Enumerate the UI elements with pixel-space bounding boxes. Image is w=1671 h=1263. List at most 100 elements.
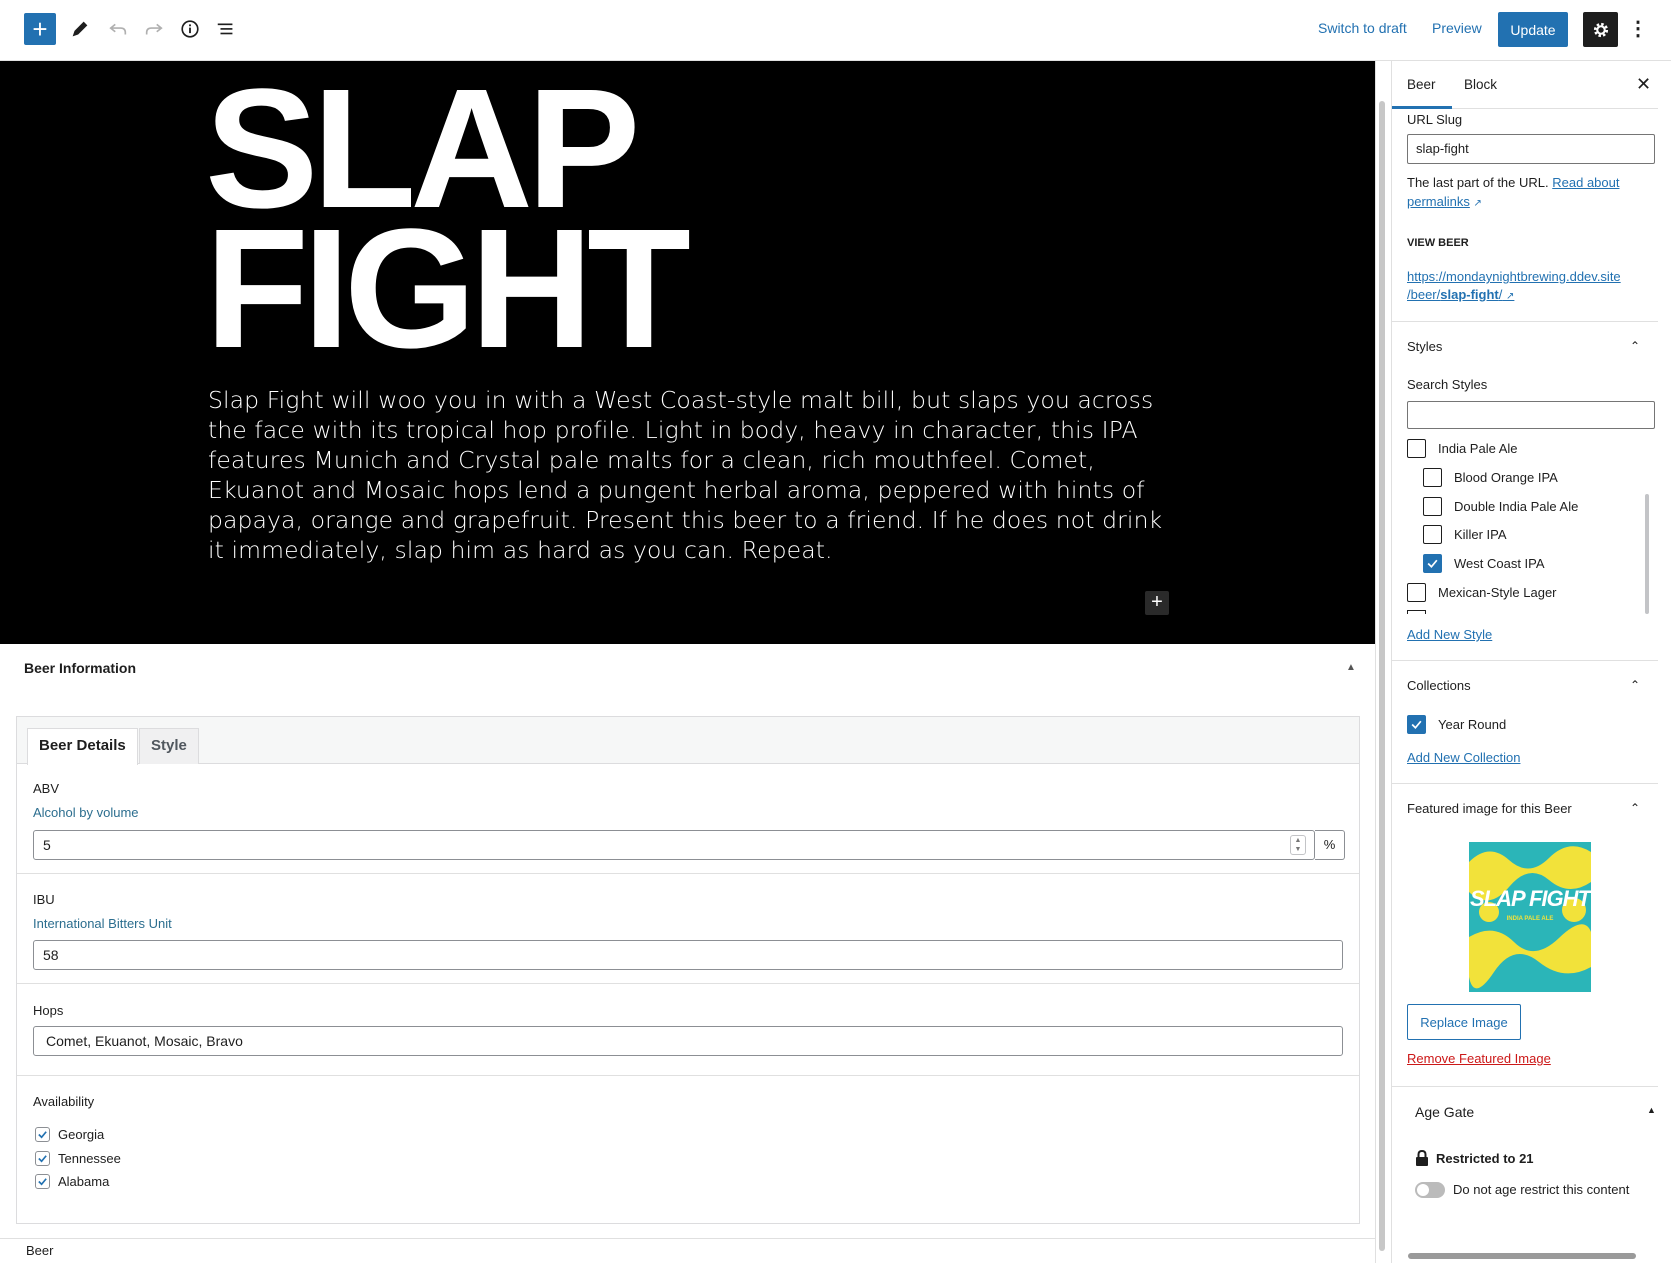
preview-button[interactable]: Preview xyxy=(1432,20,1482,36)
age-restrict-toggle[interactable] xyxy=(1415,1182,1445,1198)
availability-label: Availability xyxy=(33,1094,95,1109)
checkbox[interactable] xyxy=(1407,582,1426,602)
view-beer-link[interactable]: https://mondaynightbrewing.ddev.site /be… xyxy=(1407,268,1621,306)
list-view-icon[interactable] xyxy=(210,13,242,45)
checkbox-checked-icon[interactable] xyxy=(35,1173,50,1189)
checkbox-checked-icon[interactable] xyxy=(35,1126,50,1142)
checkbox-checked-icon[interactable] xyxy=(35,1150,50,1166)
beer-information-header[interactable]: Beer Information ▲ xyxy=(0,644,1375,699)
checkbox[interactable] xyxy=(1423,467,1442,487)
ibu-label: IBU xyxy=(33,892,55,907)
checkbox-checked-icon[interactable] xyxy=(1423,553,1442,573)
external-link-icon: ↗ xyxy=(1473,198,1482,209)
redo-icon[interactable] xyxy=(138,13,170,45)
active-tab-indicator xyxy=(1392,106,1452,109)
checkbox-partial xyxy=(1407,610,1426,614)
remove-featured-image-link[interactable]: Remove Featured Image xyxy=(1407,1051,1551,1066)
collapse-toggle-icon[interactable]: ▲ xyxy=(1346,662,1356,673)
ibu-description: International Bitters Unit xyxy=(33,916,172,931)
abv-input[interactable]: 5 ▲ ▼ xyxy=(33,830,1315,860)
hero-description[interactable]: Slap Fight will woo you in with a West C… xyxy=(208,385,1168,565)
add-new-style-link[interactable]: Add New Style xyxy=(1407,627,1492,642)
inline-add-block-button[interactable]: + xyxy=(1145,591,1169,615)
hops-field: Hops Comet, Ekuanot, Mosaic, Bravo xyxy=(17,984,1359,1076)
chevron-up-icon[interactable]: ⌃ xyxy=(1630,801,1640,815)
close-icon[interactable]: ✕ xyxy=(1636,74,1651,95)
availability-tennessee[interactable]: Tennessee xyxy=(35,1148,121,1168)
replace-image-button[interactable]: Replace Image xyxy=(1407,1004,1521,1040)
checkbox[interactable] xyxy=(1423,496,1442,516)
switch-to-draft-button[interactable]: Switch to draft xyxy=(1318,20,1407,36)
search-styles-input[interactable] xyxy=(1407,401,1655,429)
hero-cover-block[interactable]: SLAP FIGHT Slap Fight will woo you in wi… xyxy=(0,61,1375,644)
search-styles-label: Search Styles xyxy=(1407,377,1488,392)
info-icon[interactable] xyxy=(174,13,206,45)
divider xyxy=(1392,783,1658,784)
featured-image-title-text: SLAP FIGHT xyxy=(1470,886,1591,911)
collections-section-title[interactable]: Collections xyxy=(1407,678,1471,693)
hero-title-line-2: FIGHT xyxy=(205,194,691,384)
style-west-coast-ipa[interactable]: West Coast IPA xyxy=(1423,553,1545,573)
style-india-pale-ale[interactable]: India Pale Ale xyxy=(1407,438,1518,458)
age-gate-section-title[interactable]: Age Gate xyxy=(1415,1104,1474,1120)
ibu-input[interactable]: 58 xyxy=(33,940,1343,970)
beer-tabs-bar: Beer Details Style xyxy=(17,717,1359,765)
checkbox[interactable] xyxy=(1423,524,1442,544)
abv-field: ABV Alcohol by volume 5 ▲ ▼ % xyxy=(17,765,1359,874)
availability-alabama[interactable]: Alabama xyxy=(35,1171,109,1191)
sidebar-tab-block[interactable]: Block xyxy=(1464,77,1497,92)
sidebar-tabs: Beer Block ✕ xyxy=(1392,61,1658,109)
abv-label: ABV xyxy=(33,781,60,796)
sidebar-horizontal-scrollbar[interactable] xyxy=(1408,1253,1636,1259)
url-slug-label: URL Slug xyxy=(1407,112,1463,127)
availability-georgia[interactable]: Georgia xyxy=(35,1124,104,1144)
add-block-button[interactable]: + xyxy=(24,13,56,45)
styles-scrollbar[interactable] xyxy=(1645,494,1649,614)
breadcrumb-beer[interactable]: Beer xyxy=(26,1243,53,1258)
chevron-up-icon[interactable]: ⌃ xyxy=(1630,339,1640,353)
divider xyxy=(1392,321,1658,322)
update-button[interactable]: Update xyxy=(1498,12,1568,47)
checkbox[interactable] xyxy=(1407,438,1426,458)
hops-input[interactable]: Comet, Ekuanot, Mosaic, Bravo xyxy=(33,1026,1343,1056)
availability-field: Availability Georgia Tennessee Alabama xyxy=(17,1076,1359,1224)
featured-image-section-title[interactable]: Featured image for this Beer xyxy=(1407,801,1572,816)
checkbox-checked-icon[interactable] xyxy=(1407,714,1426,734)
collapse-toggle-icon[interactable]: ▲ xyxy=(1647,1105,1656,1115)
beer-information-panel: Beer Details Style ABV Alcohol by volume… xyxy=(16,716,1360,1224)
abv-description: Alcohol by volume xyxy=(33,805,139,820)
lock-icon xyxy=(1416,1150,1428,1166)
undo-icon[interactable] xyxy=(102,13,134,45)
hero-title[interactable]: SLAP FIGHT xyxy=(205,64,691,384)
more-options-icon[interactable]: ⋮ xyxy=(1628,14,1648,46)
settings-gear-icon[interactable] xyxy=(1583,12,1618,47)
featured-image-thumbnail[interactable]: SLAP FIGHT INDIA PALE ALE xyxy=(1469,842,1591,992)
chevron-up-icon[interactable]: ⌃ xyxy=(1630,678,1640,692)
edit-tool-icon[interactable] xyxy=(64,13,96,45)
editor-scrollbar[interactable] xyxy=(1379,101,1385,1251)
style-mexican-lager[interactable]: Mexican-Style Lager xyxy=(1407,582,1557,602)
abv-unit: % xyxy=(1315,830,1345,860)
sidebar-tab-beer[interactable]: Beer xyxy=(1407,77,1436,92)
divider xyxy=(1392,660,1658,661)
style-killer-ipa[interactable]: Killer IPA xyxy=(1423,524,1507,544)
style-double-ipa[interactable]: Double India Pale Ale xyxy=(1423,496,1578,516)
editor-canvas: SLAP FIGHT Slap Fight will woo you in wi… xyxy=(0,61,1375,1238)
collection-year-round[interactable]: Year Round xyxy=(1407,714,1506,734)
tab-style[interactable]: Style xyxy=(139,728,199,764)
age-restrict-toggle-label: Do not age restrict this content xyxy=(1453,1182,1630,1197)
beer-information-title: Beer Information xyxy=(24,660,137,676)
sidebar-panel: Beer Block ✕ URL Slug slap-fight The las… xyxy=(1391,61,1658,1263)
url-slug-input[interactable]: slap-fight xyxy=(1407,134,1655,164)
ibu-field: IBU International Bitters Unit 58 xyxy=(17,874,1359,984)
add-new-collection-link[interactable]: Add New Collection xyxy=(1407,750,1520,765)
featured-image-subtitle-text: INDIA PALE ALE xyxy=(1506,916,1554,922)
tab-beer-details[interactable]: Beer Details xyxy=(27,728,138,765)
abv-stepper[interactable]: ▲ ▼ xyxy=(1290,835,1306,855)
breadcrumb-footer: Beer xyxy=(0,1238,1375,1263)
settings-sidebar: Beer Block ✕ URL Slug slap-fight The las… xyxy=(1375,61,1671,1263)
style-blood-orange-ipa[interactable]: Blood Orange IPA xyxy=(1423,467,1558,487)
url-slug-help: The last part of the URL. Read about per… xyxy=(1407,175,1620,209)
hops-label: Hops xyxy=(33,1003,64,1018)
styles-section-title[interactable]: Styles xyxy=(1407,339,1442,354)
